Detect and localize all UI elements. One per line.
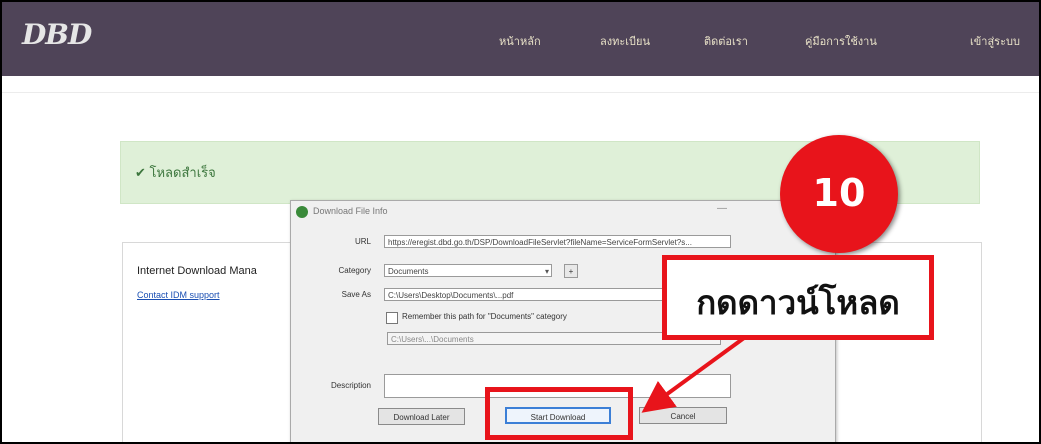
pointer-arrow-icon (641, 336, 746, 413)
browser-viewport: DBD หน้าหลัก ลงทะเบียน ติดต่อเรา คู่มือก… (0, 0, 1041, 444)
